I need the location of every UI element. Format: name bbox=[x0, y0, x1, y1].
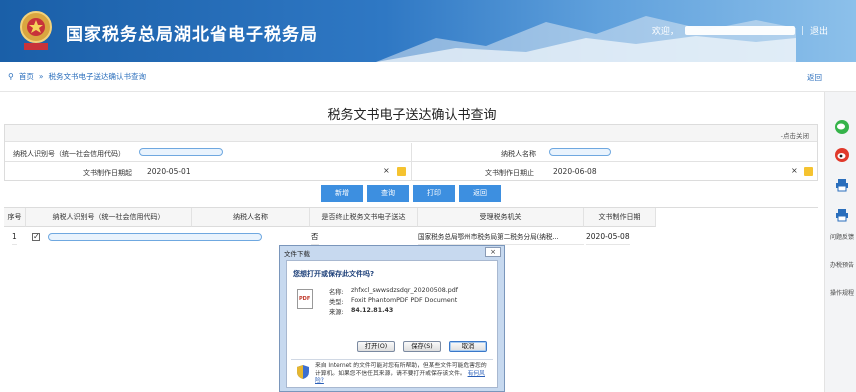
open-button[interactable]: 打开(O) bbox=[357, 341, 395, 352]
save-button[interactable]: 保存(S) bbox=[403, 341, 441, 352]
column-header: 序号 bbox=[4, 208, 26, 227]
row-date: 2020-05-08 bbox=[586, 229, 630, 245]
wechat-icon[interactable] bbox=[835, 120, 849, 134]
file-download-dialog: 文件下载 × 您想打开或保存此文件吗? PDF 名称: zhfxcl_swwsd… bbox=[279, 245, 505, 392]
right-sidebar: 问题反馈 办税预告 操作规程 bbox=[824, 92, 856, 392]
welcome-text: 欢迎， bbox=[651, 27, 679, 37]
source-label: 来源: bbox=[329, 309, 344, 316]
user-area: 欢迎， | 退出 bbox=[651, 24, 828, 38]
row-terminated: 否 bbox=[311, 229, 319, 245]
pdf-file-icon: PDF bbox=[297, 289, 313, 309]
breadcrumb-current: 税务文书电子送达确认书查询 bbox=[48, 72, 146, 81]
header-separator: | bbox=[800, 25, 804, 36]
name-label: 名称: bbox=[329, 289, 344, 296]
dialog-close-button[interactable]: × bbox=[485, 247, 501, 257]
location-pin-icon: ⚲ bbox=[8, 72, 14, 81]
type-label: 类型: bbox=[329, 299, 344, 306]
pdf-file-icon-label: PDF bbox=[299, 296, 311, 302]
procedure-link[interactable]: 操作规程 bbox=[829, 290, 855, 298]
dialog-question: 您想打开或保存此文件吗? bbox=[293, 270, 375, 278]
cancel-button[interactable]: 取消 bbox=[449, 341, 487, 352]
logout-link[interactable]: 退出 bbox=[810, 24, 828, 37]
security-warning: 来自 Internet 的文件可能对您有所帮助，但某些文件可能危害您的计算机。如… bbox=[315, 363, 491, 386]
back-button[interactable]: 返回 bbox=[459, 185, 501, 202]
calendar-icon[interactable] bbox=[804, 167, 813, 176]
query-button[interactable]: 查询 bbox=[367, 185, 409, 202]
calendar-icon[interactable] bbox=[397, 167, 406, 176]
taxpayer-id-input[interactable] bbox=[139, 148, 223, 156]
collapse-link[interactable]: -点击关闭 bbox=[781, 130, 809, 140]
security-shield-icon bbox=[297, 365, 309, 379]
date-end-input[interactable]: 2020-06-08 bbox=[553, 167, 597, 176]
breadcrumb-separator: » bbox=[38, 72, 44, 81]
row-taxpayer-id-redacted bbox=[48, 233, 262, 241]
page-title: 税务文书电子送达确认书查询 bbox=[327, 108, 497, 123]
row-index: 1 bbox=[12, 229, 17, 245]
row-checkbox[interactable]: ✓ bbox=[32, 233, 40, 241]
weibo-icon[interactable] bbox=[835, 148, 849, 162]
column-header: 纳税人名称 bbox=[192, 208, 310, 227]
action-bar: 新增 查询 打印 返回 bbox=[0, 185, 824, 202]
taxpayer-name-label: 纳税人名称 bbox=[501, 150, 536, 158]
header: 国家税务总局湖北省电子税务局 欢迎， | 退出 bbox=[0, 0, 856, 62]
date-end-label: 文书制作日期止 bbox=[485, 169, 534, 177]
breadcrumb-back-link[interactable]: 返回 bbox=[807, 72, 822, 83]
clear-date-end-icon[interactable]: × bbox=[791, 166, 798, 175]
user-name-redacted bbox=[684, 26, 795, 35]
file-name: zhfxcl_swwsdzsdqr_20200508.pdf bbox=[351, 287, 458, 294]
dialog-body: 您想打开或保存此文件吗? PDF 名称: zhfxcl_swwsdzsdqr_2… bbox=[286, 260, 498, 388]
date-start-label: 文书制作日期起 bbox=[83, 169, 132, 177]
add-button[interactable]: 新增 bbox=[321, 185, 363, 202]
tax-notice-link[interactable]: 办税预告 bbox=[829, 262, 855, 270]
clear-date-start-icon[interactable]: × bbox=[383, 166, 390, 175]
column-header: 纳税人识别号（统一社会信用代码） bbox=[26, 208, 192, 227]
taxpayer-name-input[interactable] bbox=[549, 148, 611, 156]
print-button[interactable]: 打印 bbox=[413, 185, 455, 202]
column-header: 文书制作日期 bbox=[584, 208, 656, 227]
search-form: -点击关闭 纳税人识别号（统一社会信用代码） 纳税人名称 文书制作日期起 202… bbox=[4, 124, 818, 181]
form-divider bbox=[411, 143, 412, 181]
results-table: 序号 纳税人识别号（统一社会信用代码） 纳税人名称 是否终止税务文书电子送达 受… bbox=[4, 207, 818, 245]
printer-icon[interactable] bbox=[835, 208, 849, 222]
dialog-title: 文件下载 bbox=[284, 250, 310, 258]
form-toolbar: -点击关闭 bbox=[5, 125, 817, 142]
row-authority: 国家税务总局鄂州市税务局第二税务分局(纳税... bbox=[418, 229, 584, 245]
warning-text: 来自 Internet 的文件可能对您有所帮助，但某些文件可能危害您的计算机。如… bbox=[315, 363, 487, 377]
dialog-divider bbox=[291, 359, 493, 360]
site-title: 国家税务总局湖北省电子税务局 bbox=[66, 25, 318, 45]
file-type: Foxit PhantomPDF PDF Document bbox=[351, 297, 458, 304]
printer-icon[interactable] bbox=[835, 178, 849, 192]
date-start-input[interactable]: 2020-05-01 bbox=[147, 167, 191, 176]
feedback-link[interactable]: 问题反馈 bbox=[829, 234, 855, 242]
column-header: 是否终止税务文书电子送达 bbox=[310, 208, 418, 227]
page: 国家税务总局湖北省电子税务局 欢迎， | 退出 ⚲ 首页 » 税务文书电子送达确… bbox=[0, 0, 856, 392]
file-source: 84.12.81.43 bbox=[351, 307, 394, 314]
breadcrumb: ⚲ 首页 » 税务文书电子送达确认书查询 返回 bbox=[0, 62, 856, 92]
taxpayer-id-label: 纳税人识别号（统一社会信用代码） bbox=[13, 150, 125, 158]
tax-emblem-logo bbox=[20, 11, 52, 50]
column-header: 受理税务机关 bbox=[418, 208, 584, 227]
breadcrumb-home[interactable]: 首页 bbox=[19, 71, 34, 82]
